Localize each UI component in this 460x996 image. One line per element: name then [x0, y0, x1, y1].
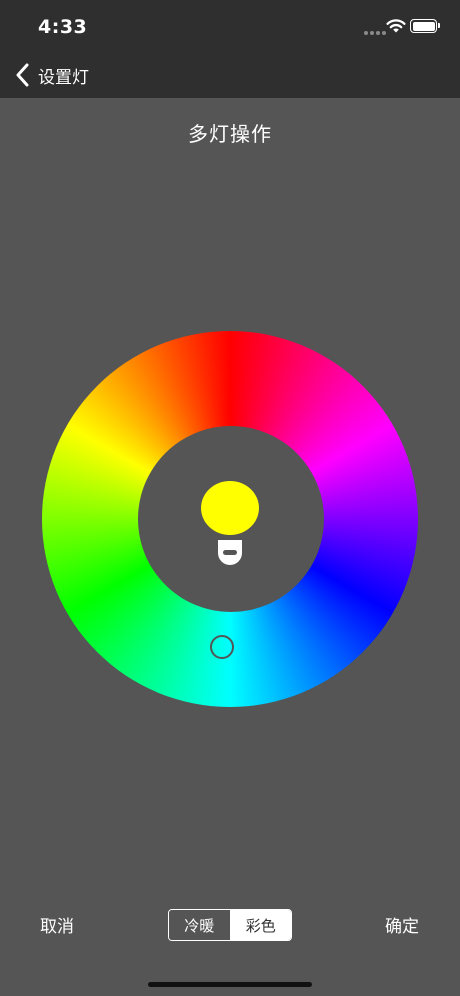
- chevron-left-icon: [16, 63, 29, 87]
- status-bar: 4:33: [0, 0, 460, 56]
- bulb-base-icon: [218, 540, 242, 565]
- cellular-signal-icon: [364, 31, 386, 35]
- confirm-button[interactable]: 确定: [385, 912, 419, 937]
- page-title: 多灯操作: [188, 122, 272, 146]
- bulb-color-preview: [201, 481, 259, 535]
- mode-option-color[interactable]: 彩色: [230, 910, 291, 940]
- status-time: 4:33: [38, 16, 88, 38]
- battery-icon: [410, 19, 440, 33]
- color-picker-handle[interactable]: [210, 635, 234, 659]
- mode-option-cool-warm[interactable]: 冷暖: [169, 910, 231, 940]
- home-indicator: [148, 982, 312, 987]
- mode-segmented-control: 冷暖 彩色: [168, 909, 292, 941]
- back-label: 设置灯: [38, 67, 89, 88]
- cancel-button[interactable]: 取消: [40, 912, 74, 937]
- wifi-icon: [386, 19, 406, 33]
- light-bulb-icon: [201, 481, 259, 571]
- back-button[interactable]: 设置灯: [16, 56, 89, 94]
- navigation-bar: 设置灯: [0, 56, 460, 98]
